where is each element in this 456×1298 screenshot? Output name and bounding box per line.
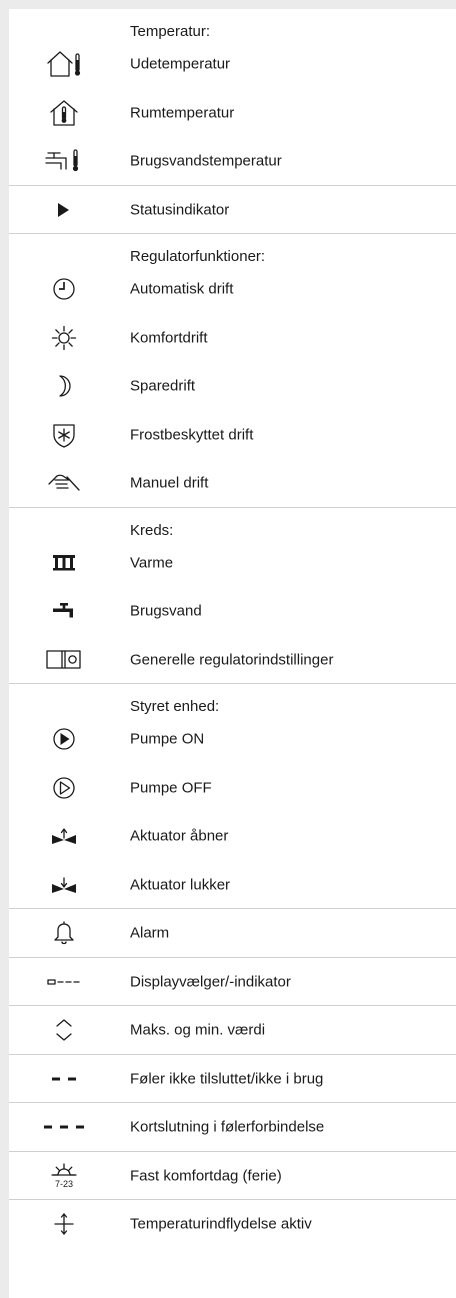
legend-label: Aktuator åbner: [130, 827, 229, 845]
legend-row: Udetemperatur: [9, 40, 456, 89]
left-band: [0, 0, 9, 1298]
legend-label: Frostbeskyttet drift: [130, 426, 254, 444]
house-inner-thermometer-icon: [36, 96, 92, 130]
legend-label: Komfortdrift: [130, 329, 208, 347]
legend-page: Temperatur: Udetemperatur Rumtemperatur …: [0, 0, 456, 1298]
display-selector-icon: [36, 965, 92, 999]
valve-open-icon: [36, 819, 92, 853]
hand-icon: [36, 466, 92, 500]
legend-label: Fast komfortdag (ferie): [130, 1167, 282, 1185]
double-dash-icon: [36, 1062, 92, 1096]
legend-row: Sparedrift: [9, 362, 456, 411]
moon-icon: [36, 369, 92, 403]
legend-row: Pumpe OFF: [9, 764, 456, 813]
house-thermometer-icon: [36, 47, 92, 81]
legend-row: Displayvælger/-indikator: [9, 958, 456, 1007]
legend-row: Aktuator lukker: [9, 861, 456, 910]
legend-label: Automatisk drift: [130, 280, 234, 298]
legend-row: Brugsvand: [9, 587, 456, 636]
legend-row: Føler ikke tilsluttet/ikke i brug: [9, 1055, 456, 1104]
legend-label: Kortslutning i følerforbindelse: [130, 1118, 325, 1136]
sun-icon: [36, 321, 92, 355]
valve-close-icon: [36, 868, 92, 902]
legend-row: Alarm: [9, 909, 456, 958]
legend-row: Generelle regulatorindstillinger: [9, 636, 456, 685]
section-heading-label: Regulatorfunktioner:: [130, 248, 266, 265]
legend-row: 7-23 Fast komfortdag (ferie): [9, 1152, 456, 1201]
bell-icon: [36, 916, 92, 950]
legend-label: Generelle regulatorindstillinger: [130, 651, 334, 669]
legend-row: Varme: [9, 539, 456, 588]
legend-label: Sparedrift: [130, 377, 196, 395]
legend-label: Temperaturindflydelse aktiv: [130, 1215, 312, 1233]
legend-label: Alarm: [130, 924, 170, 942]
legend-row: Kortslutning i følerforbindelse: [9, 1103, 456, 1152]
pump-off-icon: [36, 771, 92, 805]
legend-label: Føler ikke tilsluttet/ikke i brug: [130, 1070, 324, 1088]
section-heading: Styret enhed:: [9, 684, 456, 715]
legend-label: Brugsvandstemperatur: [130, 152, 282, 170]
radiator-icon: [36, 546, 92, 580]
frost-shield-icon: [36, 418, 92, 452]
tap-thermometer-icon: [36, 144, 92, 178]
legend-label: Statusindikator: [130, 201, 230, 219]
legend-label: Udetemperatur: [130, 55, 231, 73]
section-heading-label: Kreds:: [130, 521, 174, 539]
legend-row: Rumtemperatur: [9, 89, 456, 138]
clock-icon: [36, 272, 92, 306]
legend-row: Automatisk drift: [9, 265, 456, 314]
legend-label: Pumpe ON: [130, 730, 205, 748]
section-heading-label: Temperatur:: [130, 23, 211, 40]
section-heading: Temperatur:: [9, 9, 456, 40]
sun-holiday-hours: 7-23: [55, 1179, 73, 1189]
tap-icon: [36, 594, 92, 628]
symbol-legend: Temperatur: Udetemperatur Rumtemperatur …: [9, 9, 456, 1249]
legend-row: Brugsvandstemperatur: [9, 137, 456, 186]
legend-label: Maks. og min. værdi: [130, 1021, 266, 1039]
legend-label: Pumpe OFF: [130, 779, 212, 797]
legend-row: Temperaturindflydelse aktiv: [9, 1200, 456, 1249]
legend-label: Displayvælger/-indikator: [130, 973, 291, 991]
section-heading: Regulatorfunktioner:: [9, 234, 456, 265]
section-heading-label: Styret enhed:: [130, 698, 220, 715]
controller-box-icon: [36, 643, 92, 677]
legend-row: Aktuator åbner: [9, 812, 456, 861]
legend-label: Brugsvand: [130, 602, 202, 620]
legend-row: Statusindikator: [9, 186, 456, 235]
legend-row: Manuel drift: [9, 459, 456, 508]
legend-row: Frostbeskyttet drift: [9, 411, 456, 460]
pump-on-icon: [36, 722, 92, 756]
legend-row: Pumpe ON: [9, 715, 456, 764]
legend-label: Rumtemperatur: [130, 104, 235, 122]
top-band: [0, 0, 456, 9]
triple-dash-icon: [36, 1110, 92, 1144]
section-heading: Kreds:: [9, 508, 456, 539]
temperature-influence-icon: [36, 1207, 92, 1241]
legend-row: Maks. og min. værdi: [9, 1006, 456, 1055]
chevrons-up-down-icon: [36, 1013, 92, 1047]
legend-label: Manuel drift: [130, 474, 209, 492]
legend-label: Varme: [130, 554, 174, 572]
play-triangle-icon: [36, 193, 92, 227]
sun-holiday-icon: 7-23: [36, 1159, 92, 1193]
legend-row: Komfortdrift: [9, 314, 456, 363]
legend-label: Aktuator lukker: [130, 876, 231, 894]
